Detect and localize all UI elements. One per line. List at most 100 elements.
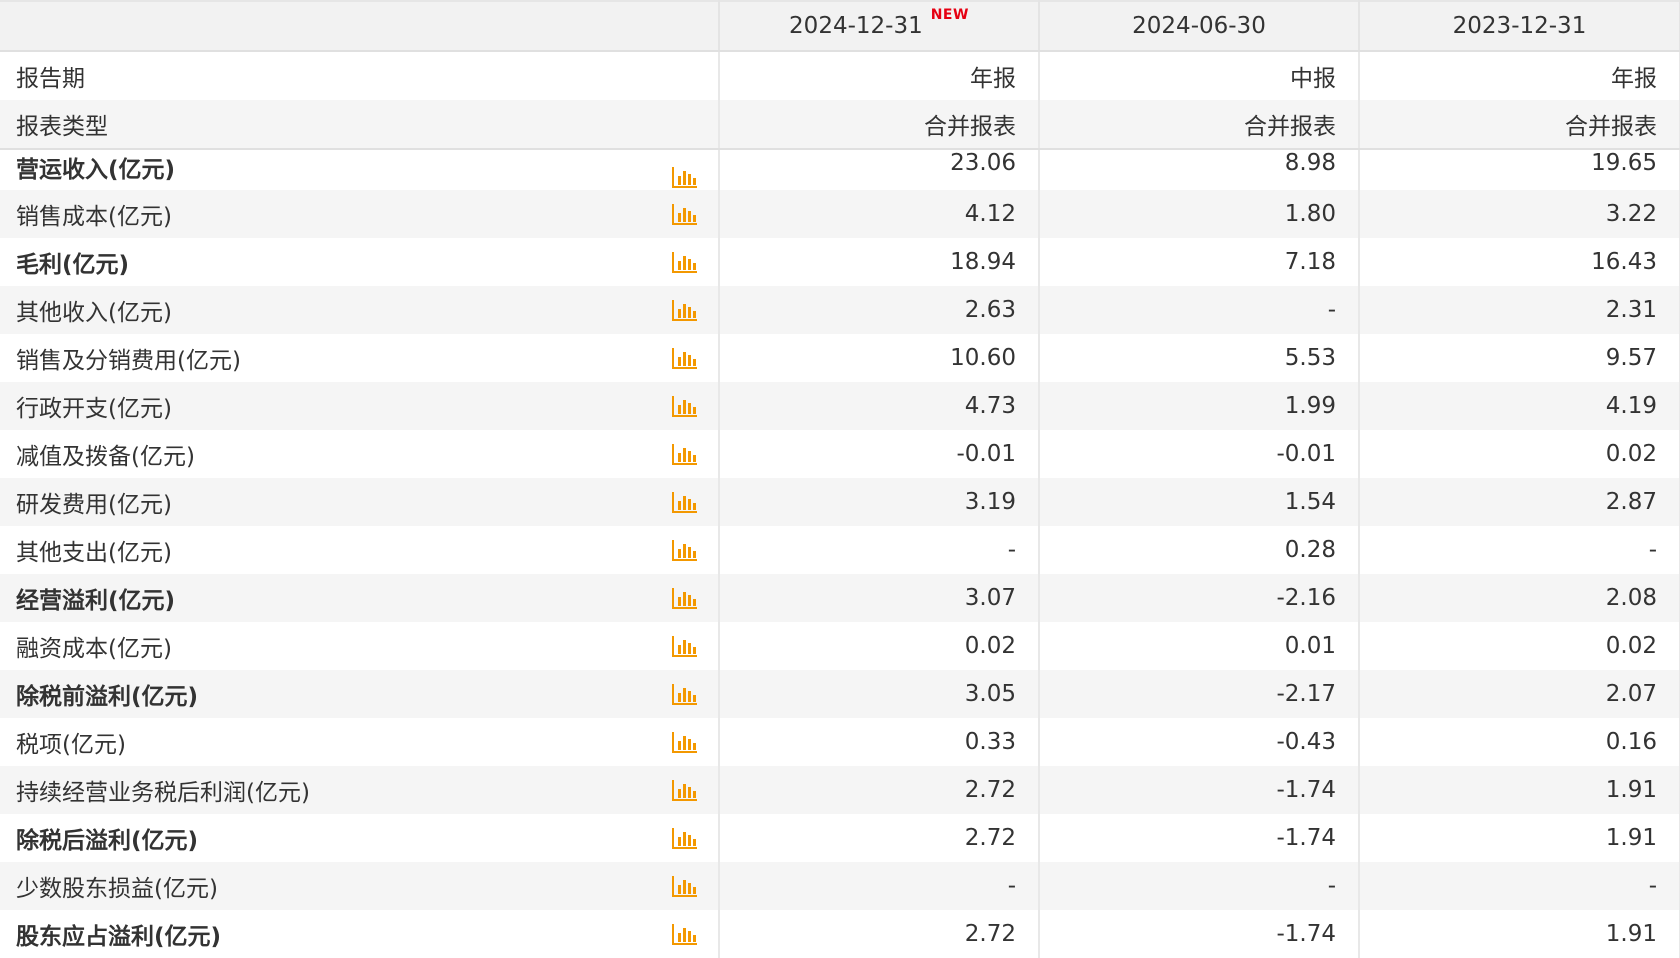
value-cell: 1.91 xyxy=(1359,766,1680,814)
value-cell: 0.16 xyxy=(1359,718,1680,766)
value-cell: 7.18 xyxy=(1039,238,1360,286)
value-cell: -2.16 xyxy=(1039,574,1360,622)
row-label-cell: 营运收入(亿元) xyxy=(0,149,720,190)
row-label: 经营溢利(亿元) xyxy=(16,588,176,614)
row-label: 研发费用(亿元) xyxy=(16,492,172,518)
meta-value: 年报 xyxy=(719,51,1040,100)
table-row: 税项(亿元) 0.33 -0.43 0.16 xyxy=(0,718,1680,766)
value-cell: 0.02 xyxy=(1359,622,1680,670)
column-date-0: 2024-12-31 xyxy=(789,13,923,39)
value-cell: -2.17 xyxy=(1039,670,1360,718)
value-cell: 1.54 xyxy=(1039,478,1360,526)
table-row: 其他收入(亿元) 2.63-2.31 xyxy=(0,286,1680,334)
row-label-cell: 除税后溢利(亿元) xyxy=(0,814,720,862)
bar-chart-icon[interactable] xyxy=(672,299,698,321)
table-row: 持续经营业务税后利润(亿元) 2.72 -1.74 1.91 xyxy=(0,766,1680,814)
income-statement-table: 2024-12-31 NEW 2024-06-30 2023-12-31 报告期 … xyxy=(0,0,1680,958)
table-row: 毛利(亿元) 18.94 7.18 16.43 xyxy=(0,238,1680,286)
bar-chart-icon[interactable] xyxy=(672,443,698,465)
bar-chart-icon[interactable] xyxy=(672,731,698,753)
table-row: 营运收入(亿元) 23.06 8.98 19.65 xyxy=(0,149,1680,190)
row-label: 融资成本(亿元) xyxy=(16,636,172,662)
value-cell: 23.06 xyxy=(719,149,1040,190)
value-cell: -1.74 xyxy=(1039,910,1360,958)
table-row: 少数股东损益(亿元) - - - xyxy=(0,862,1680,910)
value-cell: 2.31 xyxy=(1359,286,1680,334)
row-label-cell: 股东应占溢利(亿元) xyxy=(0,910,720,958)
meta-label: 报表类型 xyxy=(0,100,720,150)
bar-chart-icon[interactable] xyxy=(672,166,698,188)
bar-chart-icon[interactable] xyxy=(672,203,698,225)
header-row: 2024-12-31 NEW 2024-06-30 2023-12-31 xyxy=(0,0,1680,52)
row-label-cell: 经营溢利(亿元) xyxy=(0,574,720,622)
value-cell: 3.05 xyxy=(719,670,1040,718)
value-cell: 3.22 xyxy=(1359,190,1680,238)
value-cell: 2.72 xyxy=(719,814,1040,862)
row-label-cell: 除税前溢利(亿元) xyxy=(0,670,720,718)
value-cell: 2.72 xyxy=(719,766,1040,814)
bar-chart-icon[interactable] xyxy=(672,923,698,945)
bar-chart-icon[interactable] xyxy=(672,779,698,801)
bar-chart-icon[interactable] xyxy=(672,251,698,273)
bar-chart-icon[interactable] xyxy=(672,491,698,513)
table-row: 减值及拨备(亿元) -0.01 -0.01 0.02 xyxy=(0,430,1680,478)
row-label: 少数股东损益(亿元) xyxy=(16,876,218,902)
value-cell: 1.91 xyxy=(1359,910,1680,958)
value-cell: 5.53 xyxy=(1039,334,1360,382)
meta-value: 合并报表 xyxy=(1039,100,1360,150)
bar-chart-icon[interactable] xyxy=(672,635,698,657)
value-cell: 2.87 xyxy=(1359,478,1680,526)
value-cell: 19.65 xyxy=(1359,149,1680,190)
bar-chart-icon[interactable] xyxy=(672,683,698,705)
bar-chart-icon[interactable] xyxy=(672,395,698,417)
column-header-2[interactable]: 2023-12-31 xyxy=(1359,0,1680,52)
value-cell: - xyxy=(719,862,1040,910)
value-cell: 18.94 xyxy=(719,238,1040,286)
bar-chart-icon[interactable] xyxy=(672,875,698,897)
column-date-1: 2024-06-30 xyxy=(1132,13,1266,39)
value-cell: 1.91 xyxy=(1359,814,1680,862)
table-row: 销售及分销费用(亿元) 10.60 5.53 9.57 xyxy=(0,334,1680,382)
bar-chart-icon[interactable] xyxy=(672,827,698,849)
column-header-0[interactable]: 2024-12-31 NEW xyxy=(719,0,1040,52)
row-label-cell: 其他收入(亿元) xyxy=(0,286,720,334)
row-label: 除税后溢利(亿元) xyxy=(16,828,199,854)
financial-table: 2024-12-31 NEW 2024-06-30 2023-12-31 报告期 … xyxy=(0,0,1680,958)
row-label: 除税前溢利(亿元) xyxy=(16,684,199,710)
value-cell: - xyxy=(1039,286,1360,334)
value-cell: -1.74 xyxy=(1039,814,1360,862)
row-label-cell: 融资成本(亿元) xyxy=(0,622,720,670)
value-cell: 9.57 xyxy=(1359,334,1680,382)
value-cell: 3.19 xyxy=(719,478,1040,526)
column-header-1[interactable]: 2024-06-30 xyxy=(1039,0,1360,52)
value-cell: 4.73 xyxy=(719,382,1040,430)
table-row: 股东应占溢利(亿元) 2.72 -1.74 1.91 xyxy=(0,910,1680,958)
row-label: 持续经营业务税后利润(亿元) xyxy=(16,780,310,806)
table-row: 除税前溢利(亿元) 3.05 -2.17 2.07 xyxy=(0,670,1680,718)
bar-chart-icon[interactable] xyxy=(672,587,698,609)
value-cell: 3.07 xyxy=(719,574,1040,622)
row-label-cell: 研发费用(亿元) xyxy=(0,478,720,526)
row-label-cell: 持续经营业务税后利润(亿元) xyxy=(0,766,720,814)
table-row: 融资成本(亿元) 0.02 0.01 0.02 xyxy=(0,622,1680,670)
value-cell: 1.99 xyxy=(1039,382,1360,430)
table-row: 其他支出(亿元) -0.28- xyxy=(0,526,1680,574)
row-label: 税项(亿元) xyxy=(16,732,126,758)
value-cell: 2.63 xyxy=(719,286,1040,334)
value-cell: 2.08 xyxy=(1359,574,1680,622)
value-cell: 0.33 xyxy=(719,718,1040,766)
meta-value: 合并报表 xyxy=(1359,100,1680,150)
value-cell: -0.01 xyxy=(1039,430,1360,478)
row-label-cell: 销售及分销费用(亿元) xyxy=(0,334,720,382)
row-label-cell: 毛利(亿元) xyxy=(0,238,720,286)
value-cell: 4.19 xyxy=(1359,382,1680,430)
value-cell: -0.43 xyxy=(1039,718,1360,766)
bar-chart-icon[interactable] xyxy=(672,347,698,369)
row-label: 减值及拨备(亿元) xyxy=(16,444,195,470)
table-row: 经营溢利(亿元) 3.07 -2.16 2.08 xyxy=(0,574,1680,622)
row-label: 其他支出(亿元) xyxy=(16,540,172,566)
row-label-cell: 少数股东损益(亿元) xyxy=(0,862,720,910)
bar-chart-icon[interactable] xyxy=(672,539,698,561)
value-cell: - xyxy=(1359,526,1680,574)
value-cell: 10.60 xyxy=(719,334,1040,382)
